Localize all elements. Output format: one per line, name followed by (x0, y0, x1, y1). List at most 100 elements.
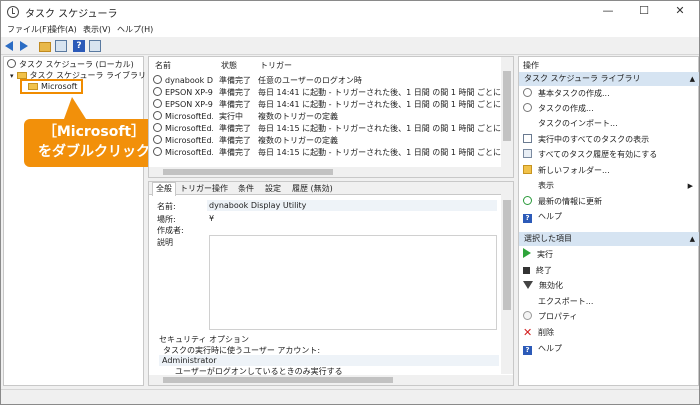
action-display-running[interactable]: 実行中のすべてのタスクの表示 (523, 133, 695, 147)
task-status: 準備完了 (219, 148, 251, 157)
vertical-scrollbar[interactable] (501, 182, 513, 374)
menu-help[interactable]: ヘルプ(H) (117, 23, 153, 36)
action-view[interactable]: 表示 ▶ (523, 179, 695, 193)
vertical-scrollbar[interactable] (501, 57, 513, 177)
folder-icon (28, 83, 38, 90)
table-row[interactable]: MicrosoftEd... 準備完了毎日 14:15 に起動 - トリガーされた… (149, 123, 501, 135)
action-enable-history[interactable]: すべてのタスク履歴を有効にする (523, 148, 695, 162)
action-export[interactable]: エクスポート... (523, 295, 695, 309)
task-scheduler-window: タスク スケジューラ — ☐ ✕ ファイル(F) 操作(A) 表示(V) ヘルプ… (0, 0, 700, 405)
action-pane-icon[interactable] (89, 40, 101, 52)
help-icon: ? (523, 346, 532, 355)
action-import-task[interactable]: タスクのインポート... (523, 117, 695, 131)
action-help-selected[interactable]: ? ヘルプ (523, 342, 695, 356)
forward-arrow-icon[interactable] (18, 40, 30, 52)
tab-general[interactable]: 全般 (152, 182, 176, 196)
location-value: ¥ (209, 214, 215, 223)
column-header-status[interactable]: 状態 (221, 60, 237, 71)
table-row[interactable]: MicrosoftEd... 実行中 複数のトリガーの定義 (149, 111, 501, 123)
horizontal-scrollbar[interactable] (149, 167, 513, 177)
menu-view[interactable]: 表示(V) (83, 23, 111, 36)
task-status: 準備完了 (219, 76, 251, 85)
action-help[interactable]: ? ヘルプ (523, 210, 695, 224)
submenu-arrow-icon: ▶ (687, 182, 693, 190)
maximize-button[interactable]: ☐ (626, 1, 662, 23)
task-status: 準備完了 (219, 124, 251, 133)
table-row[interactable]: dynabook Di... 準備完了任意のユーザーのログオン時 (149, 75, 501, 87)
menu-bar: ファイル(F) 操作(A) 表示(V) ヘルプ(H) (1, 23, 699, 37)
table-row[interactable]: MicrosoftEd... 準備完了毎日 14:15 に起動 - トリガーされた… (149, 147, 501, 159)
collapse-icon[interactable]: ▲ (690, 72, 695, 86)
back-arrow-icon[interactable] (5, 40, 17, 52)
action-properties[interactable]: プロパティ (523, 310, 695, 324)
action-end[interactable]: 終了 (523, 264, 695, 278)
disable-arrow-icon (523, 281, 533, 289)
tab-settings[interactable]: 設定 (262, 183, 284, 195)
tree-item-root[interactable]: タスク スケジューラ (ローカル) (7, 59, 134, 70)
tree-root-label: タスク スケジューラ (ローカル) (19, 60, 134, 69)
console-tree-icon[interactable] (55, 40, 67, 52)
tab-conditions[interactable]: 条件 (235, 183, 257, 195)
column-header-name[interactable]: 名前 (155, 60, 171, 71)
clock-icon (7, 59, 16, 68)
section-library[interactable]: タスク スケジューラ ライブラリ ▲ (519, 72, 699, 86)
collapse-icon[interactable]: ▲ (690, 232, 695, 246)
action-label: タスクのインポート... (538, 119, 618, 128)
action-label: 新しいフォルダー... (538, 166, 610, 175)
task-trigger: 複数のトリガーの定義 (258, 136, 338, 145)
properties-icon (523, 311, 532, 320)
task-icon (153, 111, 162, 120)
tab-actions[interactable]: 操作 (209, 183, 231, 195)
minimize-button[interactable]: — (590, 1, 626, 23)
name-value: dynabook Display Utility (207, 200, 497, 211)
task-status: 準備完了 (219, 100, 251, 109)
action-run[interactable]: 実行 (523, 248, 695, 262)
action-label: 実行 (537, 250, 553, 259)
horizontal-scrollbar[interactable] (149, 375, 513, 385)
table-row[interactable]: EPSON XP-9... 準備完了毎日 14:41 に起動 - トリガーされた後… (149, 87, 501, 99)
description-box (209, 235, 497, 330)
action-delete[interactable]: ✕ 削除 (523, 326, 695, 340)
action-refresh[interactable]: 最新の情報に更新 (523, 195, 695, 209)
stop-icon (523, 267, 530, 274)
action-label: 終了 (536, 266, 552, 275)
folder-icon[interactable] (39, 42, 51, 52)
table-row[interactable]: MicrosoftEd... 準備完了複数のトリガーの定義 (149, 135, 501, 147)
tab-history[interactable]: 履歴 (無効) (289, 183, 336, 195)
action-label: 削除 (538, 328, 554, 337)
detail-tabs: 全般 トリガー 操作 条件 設定 履歴 (無効) (149, 182, 513, 196)
action-new-folder[interactable]: 新しいフォルダー... (523, 164, 695, 178)
column-header-trigger[interactable]: トリガー (260, 60, 292, 71)
action-create-basic-task[interactable]: 基本タスクの作成... (523, 87, 695, 101)
action-label: ヘルプ (538, 344, 562, 353)
task-name: EPSON XP-9... (165, 88, 213, 97)
task-trigger: 複数のトリガーの定義 (258, 112, 338, 121)
task-name: MicrosoftEd... (165, 136, 213, 145)
tree-item-microsoft[interactable]: Microsoft (28, 82, 77, 91)
section-selected-item[interactable]: 選択した項目 ▲ (519, 232, 699, 246)
task-name: MicrosoftEd... (165, 124, 213, 133)
action-disable[interactable]: 無効化 (523, 279, 695, 293)
task-trigger: 毎日 14:15 に起動 - トリガーされた後、1 日間 の間 1 時間 ごとに… (258, 124, 501, 133)
action-create-task[interactable]: タスクの作成... (523, 102, 695, 116)
name-label: 名前: (157, 202, 176, 211)
actions-pane: 操作 タスク スケジューラ ライブラリ ▲ 基本タスクの作成... タスクの作成.… (518, 56, 699, 386)
action-label: すべてのタスク履歴を有効にする (538, 150, 658, 159)
security-options-title: セキュリティ オプション (159, 335, 250, 344)
refresh-icon (523, 196, 532, 205)
action-label: エクスポート... (538, 297, 594, 306)
task-icon (153, 147, 162, 156)
location-label: 場所: (157, 215, 176, 224)
help-icon[interactable]: ? (73, 40, 85, 52)
close-button[interactable]: ✕ (662, 1, 698, 23)
action-label: 表示 (538, 181, 554, 190)
window-title: タスク スケジューラ (25, 9, 118, 20)
menu-file[interactable]: ファイル(F) (7, 23, 50, 36)
table-row[interactable]: EPSON XP-9... 準備完了毎日 14:41 に起動 - トリガーされた後… (149, 99, 501, 111)
callout-line-1: ［Microsoft］ (42, 124, 146, 140)
chevron-down-icon[interactable]: ▾ (10, 72, 14, 80)
status-bar (1, 389, 699, 404)
task-status: 準備完了 (219, 88, 251, 97)
menu-action[interactable]: 操作(A) (49, 23, 77, 36)
task-icon (153, 99, 162, 108)
